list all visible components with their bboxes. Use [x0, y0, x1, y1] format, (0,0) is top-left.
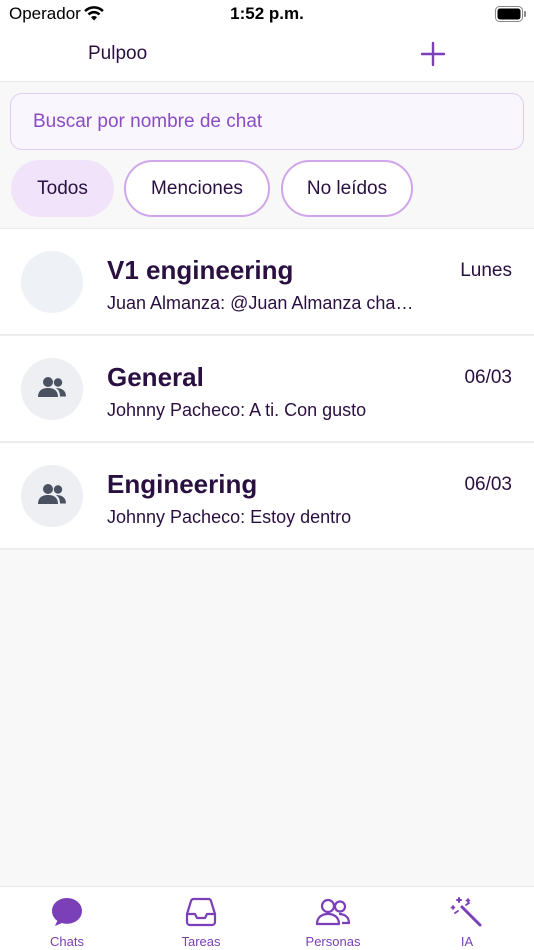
tab-bar: Chats Tareas Personas IA	[0, 886, 534, 950]
tab-ia[interactable]: IA	[400, 887, 534, 950]
filter-todos-label: Todos	[37, 177, 88, 199]
header: Pulpoo	[0, 30, 534, 82]
group-icon	[37, 482, 67, 511]
inbox-tray-icon	[184, 895, 218, 929]
chat-date: 06/03	[464, 367, 512, 388]
chat-row-general[interactable]: General 06/03 Johnny Pacheco: A ti. Con …	[0, 336, 534, 443]
battery-icon	[495, 6, 527, 27]
people-icon	[315, 895, 351, 929]
avatar	[21, 465, 83, 527]
filter-menciones[interactable]: Menciones	[124, 160, 270, 217]
tab-tareas-label: Tareas	[181, 934, 221, 949]
filter-no-leidos[interactable]: No leídos	[281, 160, 413, 217]
tab-ia-label: IA	[460, 934, 474, 949]
new-chat-button[interactable]	[415, 38, 451, 74]
status-time: 1:52 p.m.	[230, 4, 304, 23]
search-input[interactable]	[10, 93, 524, 150]
chat-name: Engineering	[107, 469, 258, 499]
chat-name: General	[107, 362, 204, 392]
tab-tareas[interactable]: Tareas	[134, 887, 268, 950]
group-icon	[37, 375, 67, 404]
filter-no-leidos-label: No leídos	[306, 177, 388, 199]
chat-preview: Johnny Pacheco: A ti. Con gusto	[107, 400, 367, 420]
chat-preview: Juan Almanza: @Juan Almanza cha…	[107, 293, 414, 313]
chat-name: V1 engineering	[107, 255, 294, 285]
chat-date: 06/03	[464, 474, 512, 495]
app-title: Pulpoo	[88, 43, 148, 64]
tab-personas-label: Personas	[305, 934, 361, 949]
status-bar: Operador 1:52 p.m.	[0, 0, 534, 30]
filter-todos[interactable]: Todos	[11, 160, 114, 217]
avatar	[21, 251, 83, 313]
chat-list: V1 engineering Lunes Juan Almanza: @Juan…	[0, 228, 534, 550]
chat-row-v1-engineering[interactable]: V1 engineering Lunes Juan Almanza: @Juan…	[0, 229, 534, 336]
tab-personas[interactable]: Personas	[266, 887, 400, 950]
filter-menciones-label: Menciones	[151, 177, 243, 199]
chat-row-engineering[interactable]: Engineering 06/03 Johnny Pacheco: Estoy …	[0, 443, 534, 550]
chat-date: Lunes	[460, 260, 512, 281]
avatar	[21, 358, 83, 420]
magic-wand-icon	[450, 895, 484, 929]
chat-preview: Johnny Pacheco: Estoy dentro	[107, 507, 352, 527]
plus-icon	[420, 41, 446, 72]
chat-bubble-icon	[50, 895, 84, 929]
tab-chats-label: Chats	[50, 934, 84, 949]
tab-chats[interactable]: Chats	[0, 887, 134, 950]
